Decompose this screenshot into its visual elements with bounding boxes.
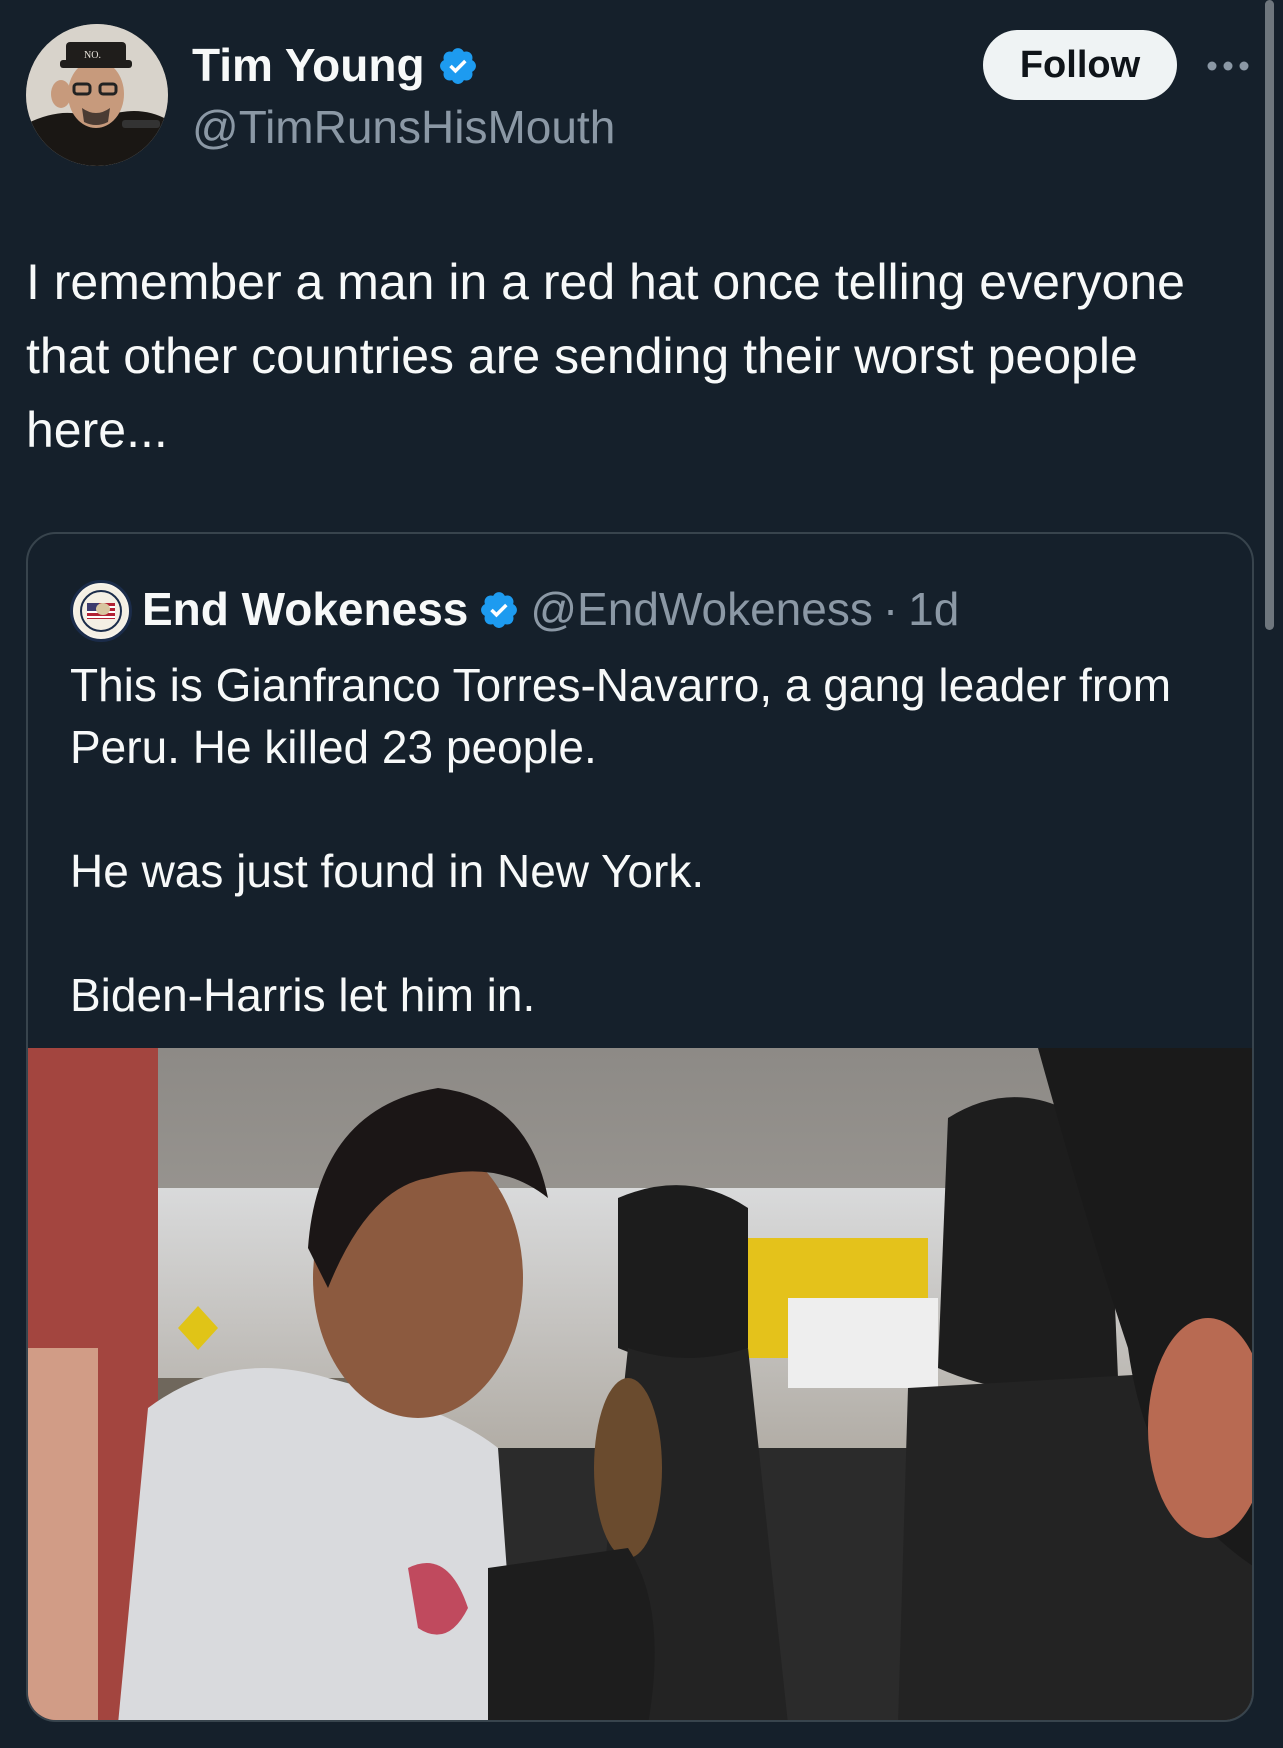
- quoted-header: End Wokeness @EndWokeness · 1d: [142, 582, 959, 636]
- quoted-tweet[interactable]: End Wokeness @EndWokeness · 1d This is G…: [26, 532, 1254, 1722]
- quoted-author-name[interactable]: End Wokeness: [142, 582, 468, 636]
- author-avatar-image: NO.: [26, 24, 168, 166]
- author-name-row[interactable]: Tim Young: [192, 38, 479, 92]
- svg-text:NO.: NO.: [84, 50, 101, 61]
- quoted-avatar-seal-icon: [75, 585, 127, 637]
- verified-badge-icon: [478, 588, 520, 630]
- quoted-photo[interactable]: [28, 1048, 1252, 1720]
- tweet-text: I remember a man in a red hat once telli…: [26, 254, 1199, 458]
- quoted-author-handle[interactable]: @EndWokeness: [530, 582, 872, 636]
- follow-button[interactable]: Follow: [983, 30, 1177, 100]
- tweet: NO. Tim Young @TimRunsHisMouth Follow I …: [0, 0, 1283, 1748]
- author-name[interactable]: Tim Young: [192, 38, 425, 92]
- verified-badge-icon: [437, 44, 479, 86]
- separator-dot: ·: [882, 583, 899, 635]
- author-handle[interactable]: @TimRunsHisMouth: [192, 100, 615, 154]
- quoted-timestamp[interactable]: 1d: [908, 582, 959, 636]
- quoted-paragraph: This is Gianfranco Torres-Navarro, a gan…: [70, 659, 1172, 773]
- scrollbar[interactable]: [1265, 0, 1274, 630]
- quoted-paragraph: He was just found in New York.: [70, 845, 705, 897]
- photo-man-in-car-icon: [28, 1048, 1252, 1720]
- quoted-paragraph: Biden-Harris let him in.: [70, 969, 536, 1021]
- more-options-icon[interactable]: [1202, 46, 1254, 86]
- author-avatar[interactable]: NO.: [26, 24, 168, 166]
- quoted-text: This is Gianfranco Torres-Navarro, a gan…: [70, 654, 1220, 1026]
- quoted-author-avatar[interactable]: [70, 580, 132, 642]
